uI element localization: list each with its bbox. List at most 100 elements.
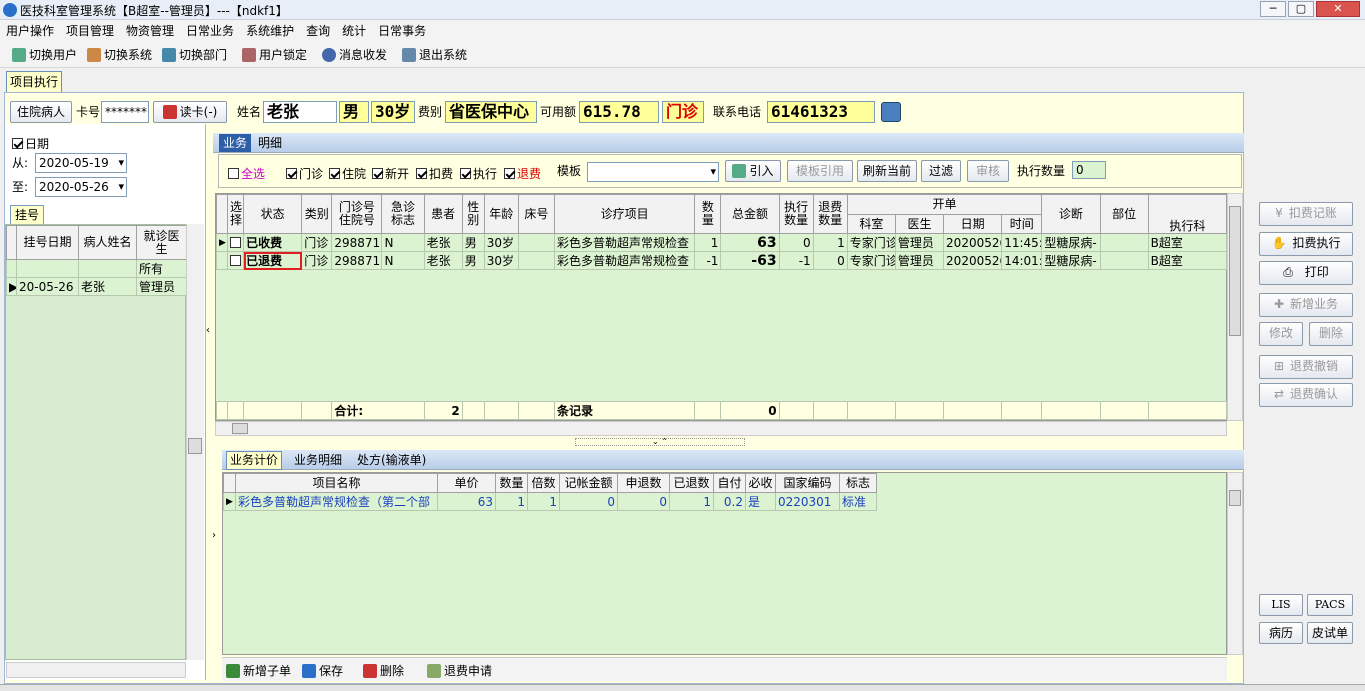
status-bar	[0, 684, 1365, 691]
refund-cancel-button[interactable]: ⊞ 退费撤销	[1259, 355, 1353, 379]
outpatient-checkbox[interactable]: 门诊	[286, 165, 323, 182]
filter-button[interactable]: 过滤	[921, 160, 961, 182]
select-all-checkbox[interactable]: 全选	[228, 165, 265, 182]
exec-qty-field[interactable]: 0	[1072, 161, 1106, 179]
skin-test-button[interactable]: 皮试单	[1307, 622, 1353, 644]
tab-prescription[interactable]: 处方(输液单)	[357, 451, 426, 469]
message-button[interactable]: 消息收发	[322, 46, 387, 64]
audit-button[interactable]: 审核	[967, 160, 1009, 182]
tab-registration[interactable]: 挂号	[10, 205, 45, 224]
menu-query[interactable]: 查询	[300, 21, 336, 41]
business-scroll-thumb[interactable]	[1229, 206, 1241, 336]
inpatient-mode-button[interactable]: 住院病人	[10, 101, 72, 123]
menu-system-maint[interactable]: 系统维护	[240, 21, 300, 41]
col-flag: 标志	[839, 473, 877, 493]
user-lock-button[interactable]: 用户锁定	[242, 46, 307, 64]
menu-user-ops[interactable]: 用户操作	[0, 21, 60, 41]
available-label: 可用额	[540, 105, 577, 119]
name-field[interactable]: 老张	[263, 101, 337, 123]
col-self-pay: 自付	[713, 473, 746, 493]
table-row[interactable]: ▶ 彩色多普勒超声常规检查（第二个部 63 1 1 0 0 1 0.2 是 02…	[223, 492, 877, 511]
charge-checkbox[interactable]: 扣费	[416, 165, 453, 182]
close-button[interactable]: ✕	[1316, 1, 1360, 17]
collapse-left-icon[interactable]: ‹	[206, 325, 210, 336]
switch-system-button[interactable]: 切换系统	[87, 46, 152, 64]
right-delete-button[interactable]: 删除	[1309, 322, 1353, 346]
col-total: 总金额	[720, 194, 780, 234]
menu-materials[interactable]: 物资管理	[120, 21, 180, 41]
edit-button[interactable]: 修改	[1259, 322, 1303, 346]
expand-left-icon[interactable]: ›	[212, 530, 216, 541]
tab-project-exec[interactable]: 项目执行	[6, 71, 63, 92]
col-refund-req: 申退数	[617, 473, 670, 493]
business-hscroll-thumb[interactable]	[232, 423, 248, 434]
tab-business[interactable]: 业务	[219, 134, 252, 152]
left-scroll-thumb[interactable]	[188, 438, 202, 454]
read-card-button[interactable]: 读卡(-)	[153, 101, 227, 123]
menu-stats[interactable]: 统计	[336, 21, 372, 41]
add-sub-order-button[interactable]: 新增子单	[226, 662, 291, 680]
refund-checkbox[interactable]: 退费	[504, 165, 541, 182]
to-date-picker[interactable]: 2020-05-26	[35, 177, 127, 197]
switch-dept-icon	[162, 48, 176, 62]
user-lock-icon	[242, 48, 256, 62]
refund-request-button[interactable]: 退费申请	[427, 662, 492, 680]
lis-button[interactable]: LIS	[1259, 594, 1303, 616]
menu-project-mgmt[interactable]: 项目管理	[60, 21, 120, 41]
col-item-name: 项目名称	[235, 473, 438, 493]
tab-detail[interactable]: 明细	[258, 134, 282, 152]
switch-dept-button[interactable]: 切换部门	[162, 46, 227, 64]
save-disk-icon[interactable]	[881, 102, 901, 122]
name-label: 姓名	[237, 105, 262, 119]
add-business-button[interactable]: ✚ 新增业务	[1259, 293, 1353, 317]
template-select[interactable]	[587, 162, 719, 182]
col-dept: 科室	[846, 214, 896, 234]
save-button[interactable]: 保存	[302, 662, 343, 680]
template-ref-button[interactable]: 模板引用	[787, 160, 853, 182]
refund-confirm-button[interactable]: ⇄ 退费确认	[1259, 383, 1353, 407]
charge-execute-button[interactable]: ✋ 扣费执行	[1259, 232, 1353, 256]
col-unit-price: 单价	[437, 473, 496, 493]
business-horizontal-scrollbar[interactable]	[215, 421, 1227, 436]
minimize-button[interactable]: ─	[1260, 1, 1286, 17]
col-status: 状态	[243, 194, 303, 234]
table-row[interactable]: 已退费门诊2988718N老张男30岁彩色多普勒超声常规检查-1-63-10专家…	[215, 251, 1228, 270]
switch-user-button[interactable]: 切换用户	[12, 46, 77, 64]
exit-button[interactable]: 退出系统	[402, 46, 467, 64]
splitter-handle-icon[interactable]: ⌄ ⌃	[575, 438, 745, 446]
maximize-button[interactable]: ▢	[1288, 1, 1314, 17]
import-button[interactable]: 引入	[725, 160, 781, 182]
business-grid: 选择 状态 类别 门诊号 住院号 急诊 标志 患者 性别 年龄 床号 诊疗项目 …	[215, 194, 1228, 270]
refresh-current-button[interactable]: 刷新当前	[857, 160, 917, 182]
row-pointer-icon: ▶	[215, 233, 229, 252]
col-doctor: 医生	[894, 214, 945, 234]
left-horizontal-scrollbar[interactable]	[6, 662, 186, 678]
charge-record-button[interactable]: ¥ 扣费记账	[1259, 202, 1353, 226]
table-row[interactable]: ▶20-05-26老张管理员	[6, 277, 187, 296]
from-date-picker[interactable]: 2020-05-19	[35, 153, 127, 173]
menu-daily-business[interactable]: 日常业务	[180, 21, 240, 41]
medical-record-button[interactable]: 病历	[1259, 622, 1303, 644]
delete-button[interactable]: 删除	[363, 662, 404, 680]
table-row[interactable]: ▶ 已收费门诊2988718N老张男30岁彩色多普勒超声常规检查16301专家门…	[215, 233, 1228, 252]
detail-scroll-thumb[interactable]	[1229, 490, 1241, 506]
tab-business-detail[interactable]: 业务明细	[294, 451, 342, 469]
menu-daily-affairs[interactable]: 日常事务	[372, 21, 432, 41]
inpatient-checkbox[interactable]: 住院	[329, 165, 366, 182]
exec-checkbox[interactable]: 执行	[460, 165, 497, 182]
refund-request-icon	[427, 664, 441, 678]
card-reader-icon	[162, 105, 177, 119]
records-label: 条记录	[553, 401, 696, 420]
phone-field[interactable]: 61461323	[767, 101, 875, 123]
print-button[interactable]: ⎙ 打印	[1259, 261, 1353, 285]
refund-confirm-icon: ⇄	[1273, 387, 1285, 401]
pacs-button[interactable]: PACS	[1307, 594, 1353, 616]
switch-user-icon	[12, 48, 26, 62]
col-account-amount: 记帐金额	[559, 473, 618, 493]
date-filter-checkbox[interactable]: 日期	[12, 135, 49, 152]
doctor-all-cell[interactable]: 所有	[136, 259, 187, 278]
tab-billing[interactable]: 业务计价	[226, 451, 283, 470]
visit-type-field: 门诊	[662, 101, 704, 123]
card-number-field[interactable]: *******	[101, 101, 149, 123]
new-checkbox[interactable]: 新开	[372, 165, 409, 182]
